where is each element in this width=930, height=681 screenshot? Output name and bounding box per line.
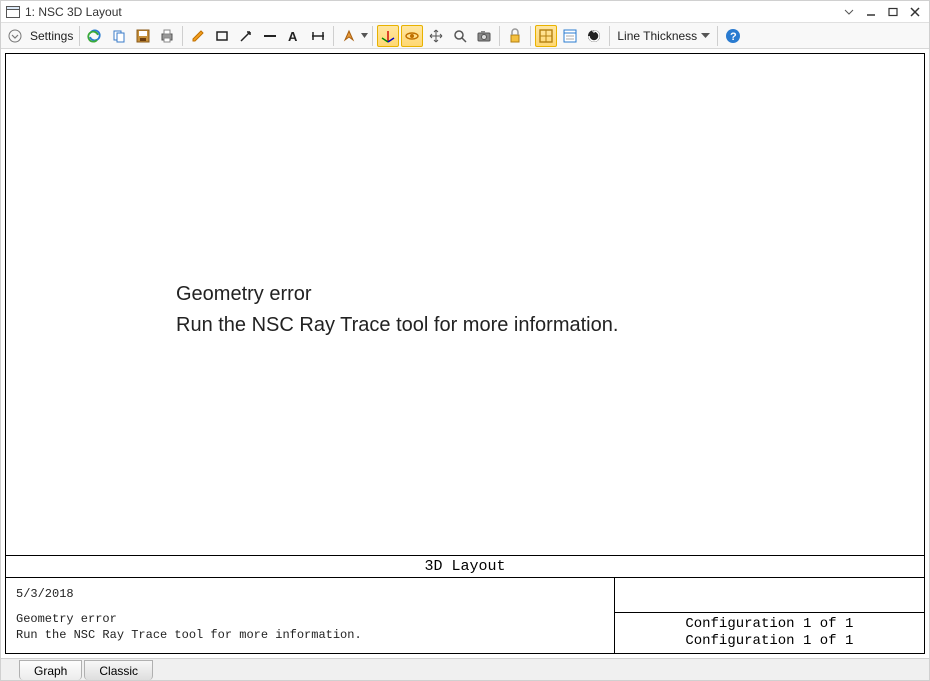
tab-classic[interactable]: Classic [84, 660, 153, 680]
layout-info-right: Configuration 1 of 1 Configuration 1 of … [614, 578, 924, 653]
layout-config-cell: Configuration 1 of 1 Configuration 1 of … [615, 613, 924, 653]
save-icon[interactable] [132, 25, 154, 47]
dropdown-arrow-button[interactable] [839, 3, 859, 21]
minimize-button[interactable] [861, 3, 881, 21]
copy-icon[interactable] [108, 25, 130, 47]
pencil-icon[interactable] [187, 25, 209, 47]
lock-icon[interactable] [504, 25, 526, 47]
toolbar-separator [499, 26, 500, 46]
error-line-2: Run the NSC Ray Trace tool for more info… [176, 310, 618, 341]
compass-small-icon[interactable] [338, 25, 360, 47]
toolbar: Settings A [1, 23, 929, 49]
layout-title: 3D Layout [6, 555, 924, 577]
layout-date: 5/3/2018 [16, 586, 604, 602]
line-icon[interactable] [259, 25, 281, 47]
layout-detail-1: Geometry error [16, 611, 604, 627]
toolbar-separator [182, 26, 183, 46]
target-reload-icon[interactable] [583, 25, 605, 47]
arrow-icon[interactable] [235, 25, 257, 47]
config-line-1: Configuration 1 of 1 [619, 616, 920, 633]
expand-settings-button[interactable] [4, 25, 26, 47]
tab-graph[interactable]: Graph [19, 660, 82, 680]
layout-info-right-top [615, 578, 924, 613]
toolbar-separator [717, 26, 718, 46]
error-message: Geometry error Run the NSC Ray Trace too… [176, 279, 618, 341]
toolbar-separator [372, 26, 373, 46]
titlebar: 1: NSC 3D Layout [1, 1, 929, 23]
tab-bar: Graph Classic [1, 658, 929, 680]
properties-icon[interactable] [559, 25, 581, 47]
line-thickness-dropdown[interactable]: Line Thickness [613, 29, 714, 43]
tab-graph-label: Graph [34, 664, 67, 678]
print-icon[interactable] [156, 25, 178, 47]
help-icon[interactable]: ? [722, 25, 744, 47]
layout-footer: 5/3/2018 Geometry error Run the NSC Ray … [6, 577, 924, 653]
svg-text:?: ? [730, 31, 737, 43]
text-icon[interactable]: A [283, 25, 305, 47]
rectangle-icon[interactable] [211, 25, 233, 47]
svg-text:A: A [288, 29, 298, 44]
grid-toggle-icon[interactable] [535, 25, 557, 47]
window-title: 1: NSC 3D Layout [25, 5, 122, 19]
canvas-viewport[interactable]: Geometry error Run the NSC Ray Trace too… [6, 54, 924, 555]
layout-info-left: 5/3/2018 Geometry error Run the NSC Ray … [6, 578, 614, 653]
dropdown-caret-icon[interactable] [361, 33, 369, 38]
close-button[interactable] [905, 3, 925, 21]
config-line-2: Configuration 1 of 1 [619, 633, 920, 650]
line-thickness-label: Line Thickness [617, 29, 697, 43]
tab-classic-label: Classic [99, 664, 138, 678]
dimension-icon[interactable] [307, 25, 329, 47]
camera-icon[interactable] [473, 25, 495, 47]
refresh-icon[interactable] [84, 25, 106, 47]
settings-label[interactable]: Settings [27, 29, 76, 43]
layout-canvas[interactable]: Geometry error Run the NSC Ray Trace too… [5, 53, 925, 654]
zoom-extents-icon[interactable] [425, 25, 447, 47]
rotate-view-icon[interactable] [401, 25, 423, 47]
maximize-button[interactable] [883, 3, 903, 21]
toolbar-separator [530, 26, 531, 46]
coordinate-axes-icon[interactable] [377, 25, 399, 47]
canvas-area: Geometry error Run the NSC Ray Trace too… [1, 49, 929, 658]
error-line-1: Geometry error [176, 279, 618, 310]
toolbar-separator [609, 26, 610, 46]
toolbar-separator [79, 26, 80, 46]
window-icon [5, 4, 21, 20]
layout-detail-2: Run the NSC Ray Trace tool for more info… [16, 627, 604, 643]
zoom-icon[interactable] [449, 25, 471, 47]
toolbar-separator [333, 26, 334, 46]
